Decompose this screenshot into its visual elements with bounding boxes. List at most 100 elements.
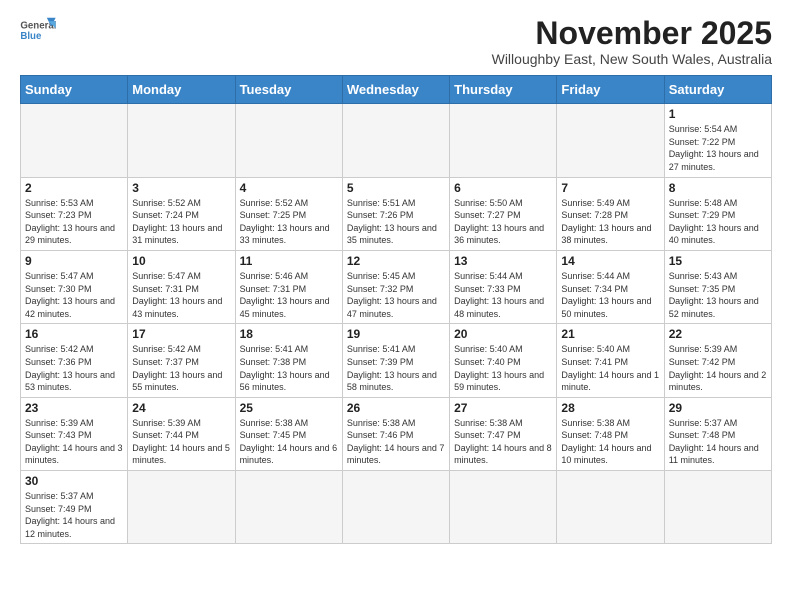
logo: General Blue <box>20 16 56 46</box>
calendar-cell: 20 Sunrise: 5:40 AMSunset: 7:40 PMDayligh… <box>450 324 557 397</box>
month-title: November 2025 <box>492 16 772 51</box>
day-info: Sunrise: 5:52 AMSunset: 7:25 PMDaylight:… <box>240 197 338 247</box>
day-number: 17 <box>132 327 230 341</box>
day-info: Sunrise: 5:53 AMSunset: 7:23 PMDaylight:… <box>25 197 123 247</box>
day-number: 24 <box>132 401 230 415</box>
calendar-cell: 9Sunrise: 5:47 AMSunset: 7:30 PMDaylight… <box>21 250 128 323</box>
calendar-week-3: 9Sunrise: 5:47 AMSunset: 7:30 PMDaylight… <box>21 250 772 323</box>
calendar-cell: 6Sunrise: 5:50 AMSunset: 7:27 PMDaylight… <box>450 177 557 250</box>
calendar-cell: 27 Sunrise: 5:38 AMSunset: 7:47 PMDayligh… <box>450 397 557 470</box>
day-info: Sunrise: 5:41 AMSunset: 7:39 PMDaylight:… <box>347 343 445 393</box>
day-info: Sunrise: 5:39 AMSunset: 7:44 PMDaylight:… <box>132 417 230 467</box>
calendar-week-5: 23 Sunrise: 5:39 AMSunset: 7:43 PMDayligh… <box>21 397 772 470</box>
calendar-cell: 24 Sunrise: 5:39 AMSunset: 7:44 PMDayligh… <box>128 397 235 470</box>
day-info: Sunrise: 5:38 AMSunset: 7:45 PMDaylight:… <box>240 417 338 467</box>
day-number: 2 <box>25 181 123 195</box>
calendar-cell: 22 Sunrise: 5:39 AMSunset: 7:42 PMDayligh… <box>664 324 771 397</box>
day-number: 5 <box>347 181 445 195</box>
calendar-cell: 29 Sunrise: 5:37 AMSunset: 7:48 PMDayligh… <box>664 397 771 470</box>
day-info: Sunrise: 5:41 AMSunset: 7:38 PMDaylight:… <box>240 343 338 393</box>
calendar-cell: 25Sunrise: 5:38 AMSunset: 7:45 PMDayligh… <box>235 397 342 470</box>
calendar-cell: 3Sunrise: 5:52 AMSunset: 7:24 PMDaylight… <box>128 177 235 250</box>
calendar-cell: 11 Sunrise: 5:46 AMSunset: 7:31 PMDayligh… <box>235 250 342 323</box>
weekday-header-tuesday: Tuesday <box>235 76 342 104</box>
day-number: 7 <box>561 181 659 195</box>
day-info: Sunrise: 5:38 AMSunset: 7:46 PMDaylight:… <box>347 417 445 467</box>
calendar-cell: 23 Sunrise: 5:39 AMSunset: 7:43 PMDayligh… <box>21 397 128 470</box>
weekday-header-monday: Monday <box>128 76 235 104</box>
day-number: 16 <box>25 327 123 341</box>
calendar-cell: 13Sunrise: 5:44 AMSunset: 7:33 PMDayligh… <box>450 250 557 323</box>
calendar-cell: 10 Sunrise: 5:47 AMSunset: 7:31 PMDayligh… <box>128 250 235 323</box>
day-info: Sunrise: 5:48 AMSunset: 7:29 PMDaylight:… <box>669 197 767 247</box>
day-info: Sunrise: 5:47 AMSunset: 7:31 PMDaylight:… <box>132 270 230 320</box>
day-number: 18 <box>240 327 338 341</box>
weekday-header-thursday: Thursday <box>450 76 557 104</box>
day-number: 27 <box>454 401 552 415</box>
calendar-cell: 2 Sunrise: 5:53 AMSunset: 7:23 PMDaylight… <box>21 177 128 250</box>
day-number: 8 <box>669 181 767 195</box>
calendar-cell <box>342 471 449 544</box>
calendar-cell: 1 Sunrise: 5:54 AMSunset: 7:22 PMDaylight… <box>664 104 771 177</box>
day-number: 30 <box>25 474 123 488</box>
day-number: 15 <box>669 254 767 268</box>
day-number: 20 <box>454 327 552 341</box>
day-info: Sunrise: 5:54 AMSunset: 7:22 PMDaylight:… <box>669 123 767 173</box>
calendar-cell <box>450 104 557 177</box>
day-info: Sunrise: 5:40 AMSunset: 7:40 PMDaylight:… <box>454 343 552 393</box>
calendar-cell: 17 Sunrise: 5:42 AMSunset: 7:37 PMDayligh… <box>128 324 235 397</box>
day-info: Sunrise: 5:44 AMSunset: 7:33 PMDaylight:… <box>454 270 552 320</box>
day-number: 23 <box>25 401 123 415</box>
calendar-table: SundayMondayTuesdayWednesdayThursdayFrid… <box>20 75 772 544</box>
day-info: Sunrise: 5:39 AMSunset: 7:43 PMDaylight:… <box>25 417 123 467</box>
calendar-week-2: 2 Sunrise: 5:53 AMSunset: 7:23 PMDaylight… <box>21 177 772 250</box>
calendar-cell: 4 Sunrise: 5:52 AMSunset: 7:25 PMDaylight… <box>235 177 342 250</box>
title-block: November 2025 Willoughby East, New South… <box>492 16 772 67</box>
calendar-cell: 7Sunrise: 5:49 AMSunset: 7:28 PMDaylight… <box>557 177 664 250</box>
calendar-cell <box>450 471 557 544</box>
day-info: Sunrise: 5:42 AMSunset: 7:37 PMDaylight:… <box>132 343 230 393</box>
calendar-cell: 14Sunrise: 5:44 AMSunset: 7:34 PMDayligh… <box>557 250 664 323</box>
calendar-cell: 15Sunrise: 5:43 AMSunset: 7:35 PMDayligh… <box>664 250 771 323</box>
day-number: 11 <box>240 254 338 268</box>
day-info: Sunrise: 5:38 AMSunset: 7:48 PMDaylight:… <box>561 417 659 467</box>
calendar-cell <box>21 104 128 177</box>
day-number: 9 <box>25 254 123 268</box>
day-number: 4 <box>240 181 338 195</box>
calendar-cell: 5Sunrise: 5:51 AMSunset: 7:26 PMDaylight… <box>342 177 449 250</box>
weekday-header-sunday: Sunday <box>21 76 128 104</box>
calendar-cell: 28 Sunrise: 5:38 AMSunset: 7:48 PMDayligh… <box>557 397 664 470</box>
calendar-cell: 16Sunrise: 5:42 AMSunset: 7:36 PMDayligh… <box>21 324 128 397</box>
calendar-week-4: 16Sunrise: 5:42 AMSunset: 7:36 PMDayligh… <box>21 324 772 397</box>
day-info: Sunrise: 5:39 AMSunset: 7:42 PMDaylight:… <box>669 343 767 393</box>
calendar-cell <box>342 104 449 177</box>
day-info: Sunrise: 5:38 AMSunset: 7:47 PMDaylight:… <box>454 417 552 467</box>
day-info: Sunrise: 5:46 AMSunset: 7:31 PMDaylight:… <box>240 270 338 320</box>
calendar-cell <box>664 471 771 544</box>
logo-icon: General Blue <box>20 16 56 46</box>
day-info: Sunrise: 5:50 AMSunset: 7:27 PMDaylight:… <box>454 197 552 247</box>
day-number: 10 <box>132 254 230 268</box>
calendar-cell <box>235 471 342 544</box>
day-number: 29 <box>669 401 767 415</box>
day-info: Sunrise: 5:37 AMSunset: 7:48 PMDaylight:… <box>669 417 767 467</box>
day-number: 14 <box>561 254 659 268</box>
calendar-week-6: 30Sunrise: 5:37 AMSunset: 7:49 PMDayligh… <box>21 471 772 544</box>
header: General Blue November 2025 Willoughby Ea… <box>20 16 772 67</box>
subtitle: Willoughby East, New South Wales, Austra… <box>492 51 772 67</box>
day-info: Sunrise: 5:52 AMSunset: 7:24 PMDaylight:… <box>132 197 230 247</box>
day-number: 1 <box>669 107 767 121</box>
calendar-cell <box>128 104 235 177</box>
calendar-cell: 30Sunrise: 5:37 AMSunset: 7:49 PMDayligh… <box>21 471 128 544</box>
calendar-cell: 18 Sunrise: 5:41 AMSunset: 7:38 PMDayligh… <box>235 324 342 397</box>
calendar-cell: 8 Sunrise: 5:48 AMSunset: 7:29 PMDaylight… <box>664 177 771 250</box>
calendar-week-1: 1 Sunrise: 5:54 AMSunset: 7:22 PMDaylight… <box>21 104 772 177</box>
calendar-cell: 12 Sunrise: 5:45 AMSunset: 7:32 PMDayligh… <box>342 250 449 323</box>
day-number: 28 <box>561 401 659 415</box>
day-info: Sunrise: 5:45 AMSunset: 7:32 PMDaylight:… <box>347 270 445 320</box>
weekday-header-wednesday: Wednesday <box>342 76 449 104</box>
day-number: 22 <box>669 327 767 341</box>
calendar-cell: 19Sunrise: 5:41 AMSunset: 7:39 PMDayligh… <box>342 324 449 397</box>
day-number: 12 <box>347 254 445 268</box>
weekday-header-saturday: Saturday <box>664 76 771 104</box>
